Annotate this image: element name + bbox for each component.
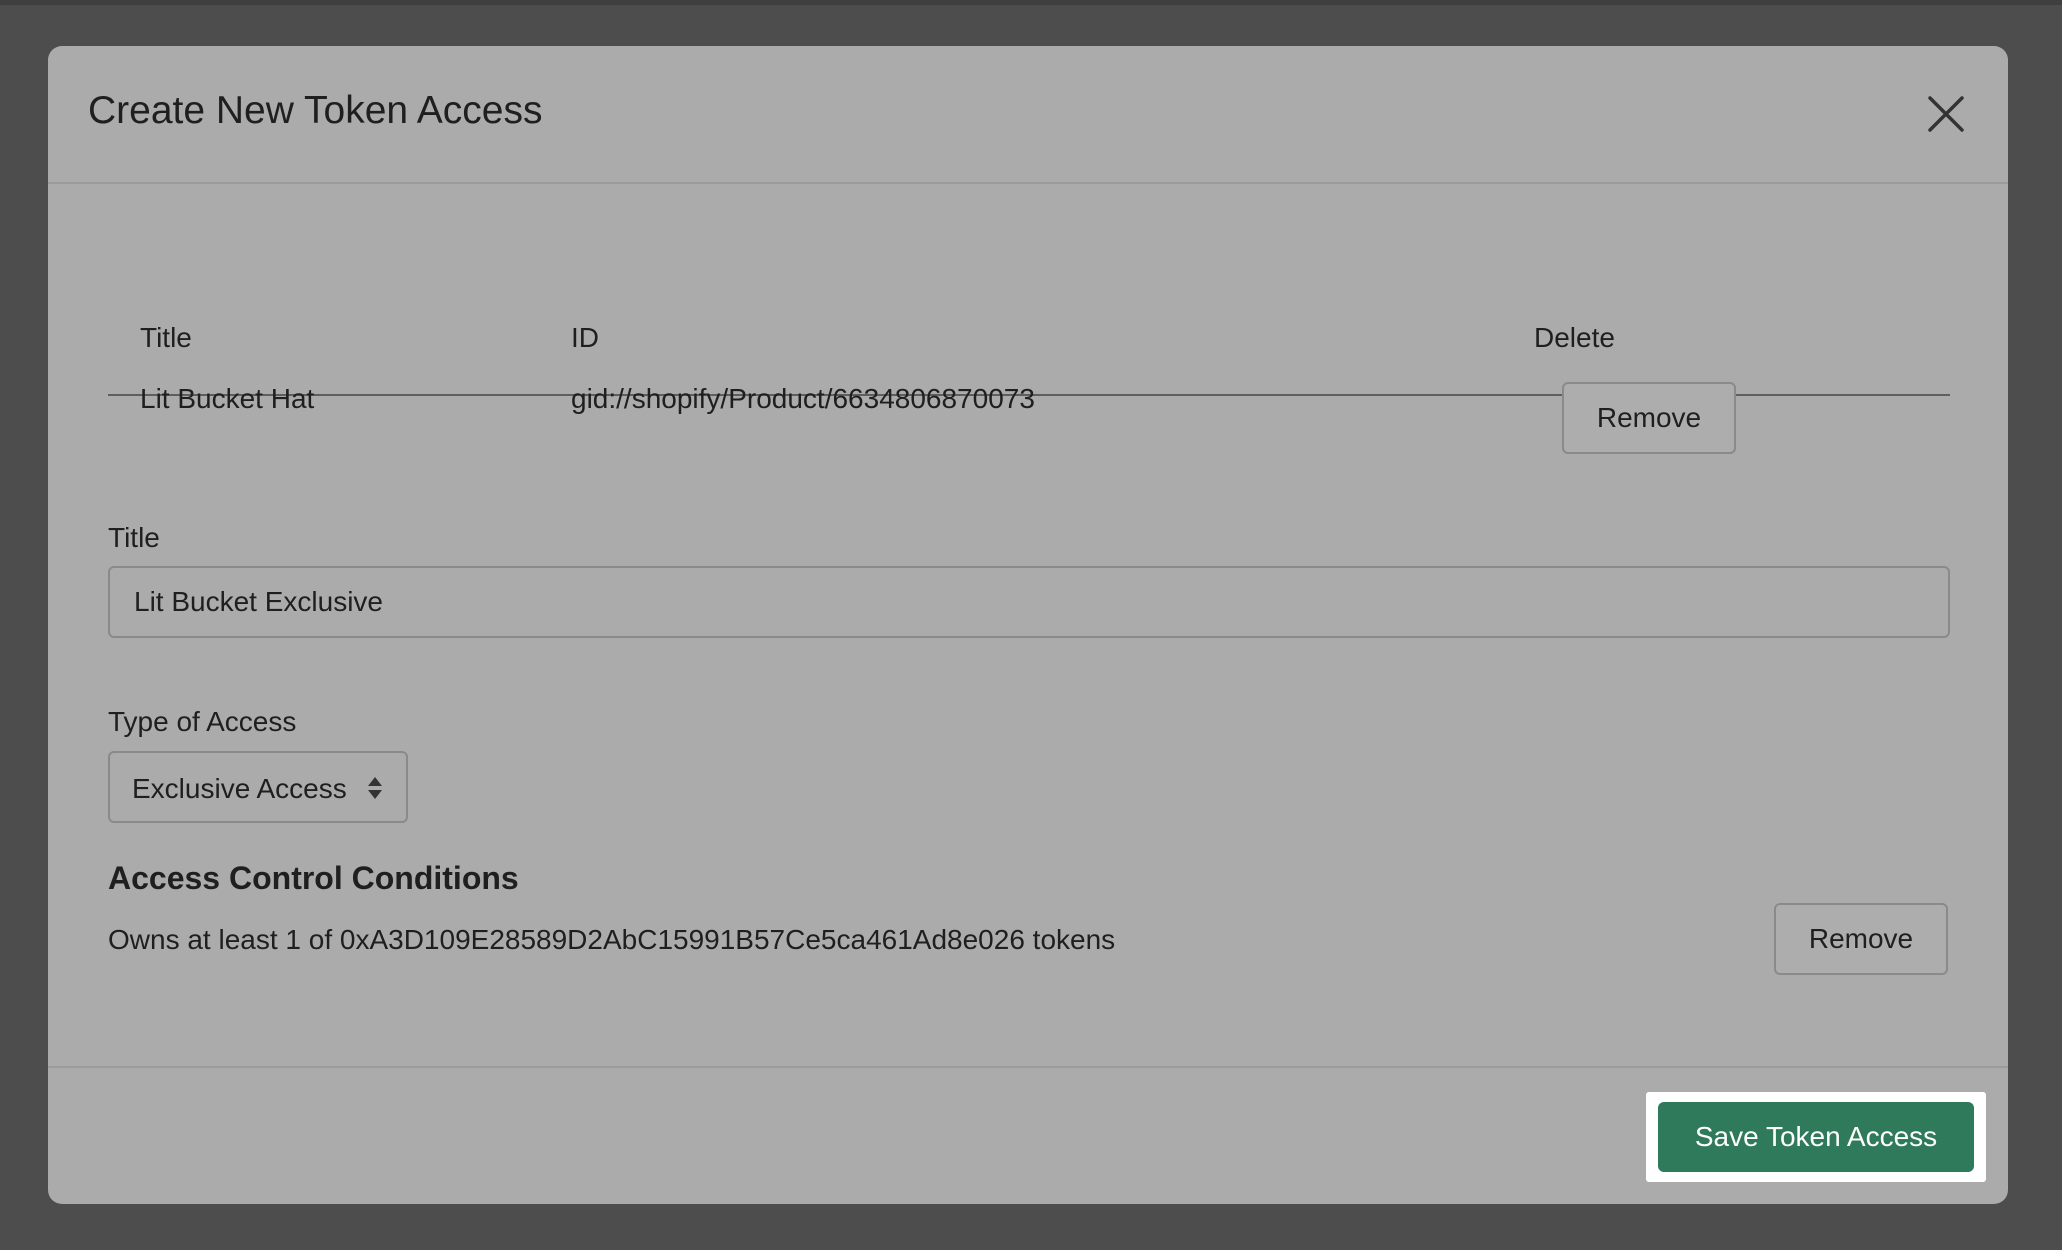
access-type-selected-value: Exclusive Access [132, 773, 347, 804]
column-header-title: Title [140, 322, 192, 353]
modal-title: Create New Token Access [88, 89, 543, 132]
select-arrows-icon [366, 775, 384, 801]
create-token-access-modal: Create New Token Access Title ID Delete … [48, 46, 2008, 1204]
product-id-cell: gid://shopify/Product/6634806870073 [571, 383, 1035, 414]
column-header-delete: Delete [1534, 322, 1615, 353]
remove-product-button[interactable]: Remove [1562, 382, 1736, 454]
save-token-access-button[interactable]: Save Token Access [1658, 1102, 1974, 1172]
access-control-conditions-heading: Access Control Conditions [108, 860, 519, 896]
title-input[interactable] [108, 566, 1950, 638]
remove-condition-button[interactable]: Remove [1774, 903, 1948, 975]
access-type-label: Type of Access [108, 706, 297, 737]
modal-header: Create New Token Access [48, 46, 2008, 184]
title-field-label: Title [108, 522, 160, 553]
close-icon[interactable] [1924, 92, 1968, 136]
backdrop-top-strip [0, 0, 2062, 5]
product-title-cell: Lit Bucket Hat [140, 383, 315, 414]
access-type-select[interactable]: Exclusive Access [108, 751, 408, 823]
products-table-header: Title ID Delete [108, 266, 1950, 396]
column-header-id: ID [571, 322, 599, 353]
condition-text: Owns at least 1 of 0xA3D109E28589D2AbC15… [108, 924, 1116, 955]
